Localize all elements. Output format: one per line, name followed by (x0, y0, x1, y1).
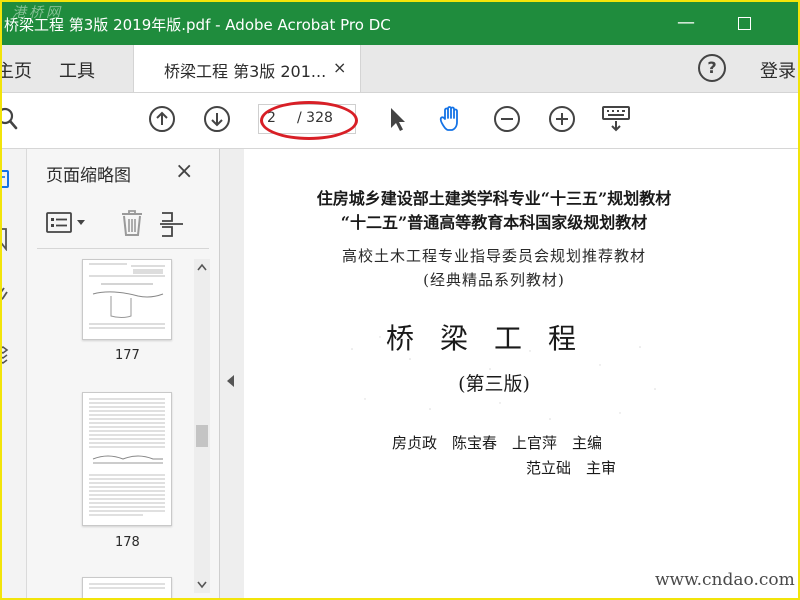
thumbnail-page-number: 177 (115, 348, 140, 363)
next-page-icon[interactable] (202, 104, 232, 134)
thumbnail-page-177[interactable] (82, 259, 172, 340)
bookmarks-icon[interactable] (0, 227, 9, 251)
tab-document[interactable]: 桥梁工程 第3版 201... × (133, 45, 361, 92)
thumbnail-options-icon[interactable] (45, 210, 91, 236)
trash-icon[interactable] (119, 208, 145, 238)
current-page-input[interactable]: 2 (267, 110, 276, 126)
thumbnail-image (89, 398, 165, 516)
bottom-watermark: www.cndao.com (655, 570, 795, 590)
left-navigation-strip (0, 149, 27, 600)
tab-row: 主页 工具 桥梁工程 第3版 201... × ? 登录 (0, 45, 800, 93)
acrobat-window: 港桥网 桥梁工程 第3版 2019年版.pdf - Adobe Acrobat … (0, 0, 800, 600)
thumbnails-scrollbar[interactable] (194, 259, 210, 593)
toolbar-divider (37, 248, 209, 249)
tab-tools[interactable]: 工具 (59, 57, 95, 83)
page-number-field[interactable]: 2 / 328 (258, 104, 356, 134)
document-series-line-1: 住房城乡建设部土建类学科专业“十三五”规划教材 (316, 189, 672, 208)
scroll-down-icon[interactable] (197, 581, 207, 589)
close-tab-icon[interactable]: × (333, 58, 346, 77)
document-edition: (第三版) (458, 373, 530, 395)
layers-icon[interactable] (0, 345, 9, 365)
document-authors: 房贞政 陈宝春 上官萍 主编 (392, 434, 603, 452)
document-series-line-2: “十二五”普通高等教育本科国家级规划教材 (340, 213, 648, 232)
login-button[interactable]: 登录 (760, 57, 796, 83)
window-title: 桥梁工程 第3版 2019年版.pdf - Adobe Acrobat Pro … (4, 16, 391, 34)
tab-home[interactable]: 主页 (0, 57, 32, 83)
maximize-button[interactable] (729, 10, 759, 36)
panel-collapse-strip[interactable] (220, 149, 244, 600)
document-title: 桥梁工程 (385, 322, 602, 355)
document-series-line-3: 高校土木工程专业指导委员会规划推荐教材 (341, 247, 646, 265)
hand-tool-icon[interactable] (436, 104, 466, 134)
help-icon[interactable]: ? (698, 54, 726, 82)
previous-page-icon[interactable] (147, 104, 177, 134)
thumbnails-panel-title: 页面缩略图 (46, 166, 131, 186)
minimize-button[interactable]: — (671, 10, 701, 36)
total-pages-label: / 328 (297, 110, 333, 126)
thumbnail-page-178[interactable] (82, 392, 172, 526)
thumbnail-page-next[interactable] (82, 577, 172, 600)
document-reviewer: 范立础 主审 (526, 459, 617, 477)
toolbar: 2 / 328 (0, 93, 800, 149)
thumbnails-panel: 页面缩略图 × 177 178 (27, 149, 220, 600)
page-thumbnails-icon[interactable] (0, 169, 12, 191)
document-tab-label: 桥梁工程 第3版 201... (164, 62, 327, 81)
zoom-in-icon[interactable] (547, 104, 577, 134)
title-bar[interactable]: 港桥网 桥梁工程 第3版 2019年版.pdf - Adobe Acrobat … (0, 0, 800, 45)
thumbnail-image (89, 263, 165, 329)
collapse-left-icon[interactable] (227, 375, 234, 387)
select-pointer-icon[interactable] (382, 104, 412, 134)
thumbnail-page-number: 178 (115, 535, 140, 550)
rotate-page-icon[interactable] (159, 209, 189, 239)
maximize-icon (737, 16, 751, 30)
document-series-line-4: (经典精品系列教材) (423, 271, 565, 289)
search-icon[interactable] (0, 104, 28, 134)
scrollbar-thumb[interactable] (196, 425, 208, 447)
attachments-icon[interactable] (0, 284, 9, 304)
zoom-out-icon[interactable] (492, 104, 522, 134)
keyboard-input-icon[interactable] (601, 104, 631, 134)
close-panel-icon[interactable]: × (175, 159, 193, 184)
document-page[interactable]: 住房城乡建设部土建类学科专业“十三五”规划教材 “十二五”普通高等教育本科国家级… (244, 149, 800, 600)
scroll-up-icon[interactable] (197, 263, 207, 271)
thumbnail-image (89, 583, 165, 589)
